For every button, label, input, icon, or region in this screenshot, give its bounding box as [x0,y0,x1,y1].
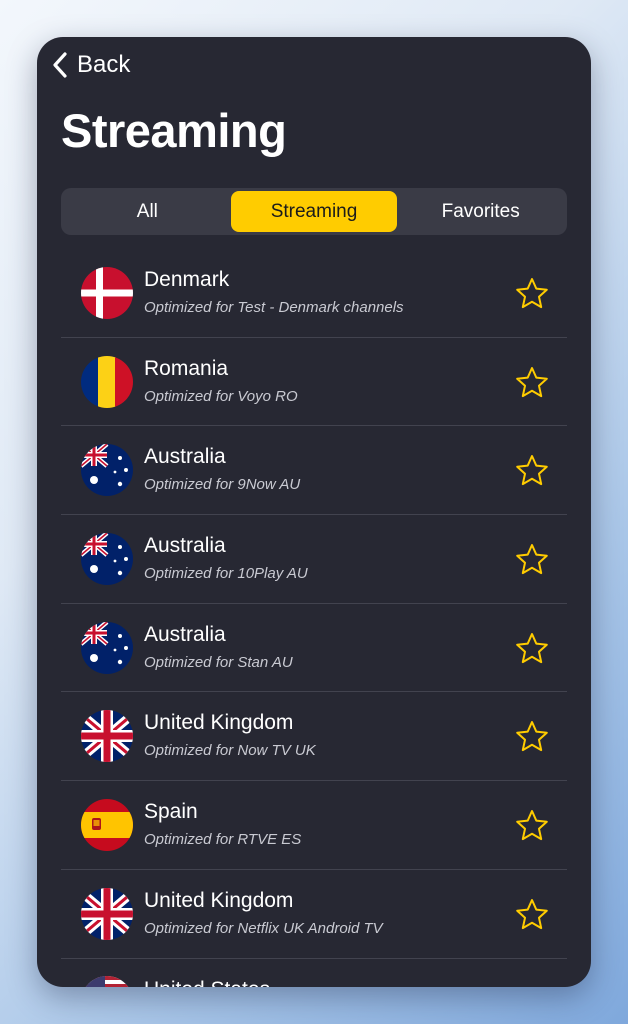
country-name: Australia [144,622,226,646]
tab-streaming[interactable]: Streaming [230,191,398,232]
denmark-flag-icon [81,266,133,319]
server-subtitle: Optimized for 9Now AU [144,476,301,494]
favorite-star-icon[interactable] [515,898,549,930]
list-item[interactable]: Romania Optimized for Voyo RO [61,338,567,427]
favorite-star-icon[interactable] [515,543,549,575]
spain-flag-icon [81,798,133,851]
country-name: Australia [144,445,226,469]
list-item[interactable]: United Kingdom Optimized for Netflix UK … [61,870,567,959]
australia-flag-icon [81,444,133,497]
favorite-star-icon[interactable] [515,632,549,664]
list-item[interactable]: Spain Optimized for RTVE ES [61,781,567,870]
country-name: United Kingdom [144,888,294,912]
back-label: Back [77,51,131,78]
country-name: United Kingdom [144,711,294,735]
server-list: Denmark Optimized for Test - Denmark cha… [61,249,567,987]
favorite-star-icon[interactable] [515,277,549,309]
country-name: Denmark [144,268,230,291]
server-list-panel: Back Streaming All Streaming Favorites D… [37,37,591,987]
tab-all[interactable]: All [64,191,231,232]
server-subtitle: Optimized for 10Play AU [144,565,308,583]
uk-flag-icon [81,887,133,940]
favorite-star-icon[interactable] [515,809,549,841]
server-subtitle: Optimized for Now TV UK [144,742,316,760]
server-subtitle: Optimized for Test - Denmark channels [144,299,404,316]
us-flag-icon [81,976,133,987]
country-name: Spain [144,800,198,824]
country-name: United States [144,977,270,988]
list-item[interactable]: Australia Optimized for 10Play AU [61,515,567,604]
list-item[interactable]: Denmark Optimized for Test - Denmark cha… [61,249,567,338]
tab-favorites[interactable]: Favorites [397,191,564,232]
server-subtitle: Optimized for Voyo RO [144,387,298,405]
favorite-star-icon[interactable] [515,366,549,398]
australia-flag-icon [81,532,133,585]
romania-flag-icon [81,355,133,408]
list-item[interactable]: United Kingdom Optimized for Now TV UK [61,692,567,782]
server-subtitle: Optimized for Netflix UK Android TV [144,919,383,937]
chevron-left-icon [53,52,67,78]
country-name: Australia [144,534,226,558]
australia-flag-icon [81,621,133,674]
segmented-control: All Streaming Favorites [61,188,567,235]
uk-flag-icon [81,710,133,763]
back-button[interactable]: Back [51,49,130,81]
list-item[interactable]: United States [61,959,567,988]
list-item[interactable]: Australia Optimized for Stan AU [61,604,567,693]
server-subtitle: Optimized for Stan AU [144,653,293,671]
list-item[interactable]: Australia Optimized for 9Now AU [61,426,567,516]
favorite-star-icon[interactable] [515,720,549,752]
favorite-star-icon[interactable] [515,454,549,486]
page-title: Streaming [61,104,287,157]
server-subtitle: Optimized for RTVE ES [144,831,302,849]
country-name: Romania [144,356,229,380]
favorite-star-icon[interactable] [515,986,549,987]
